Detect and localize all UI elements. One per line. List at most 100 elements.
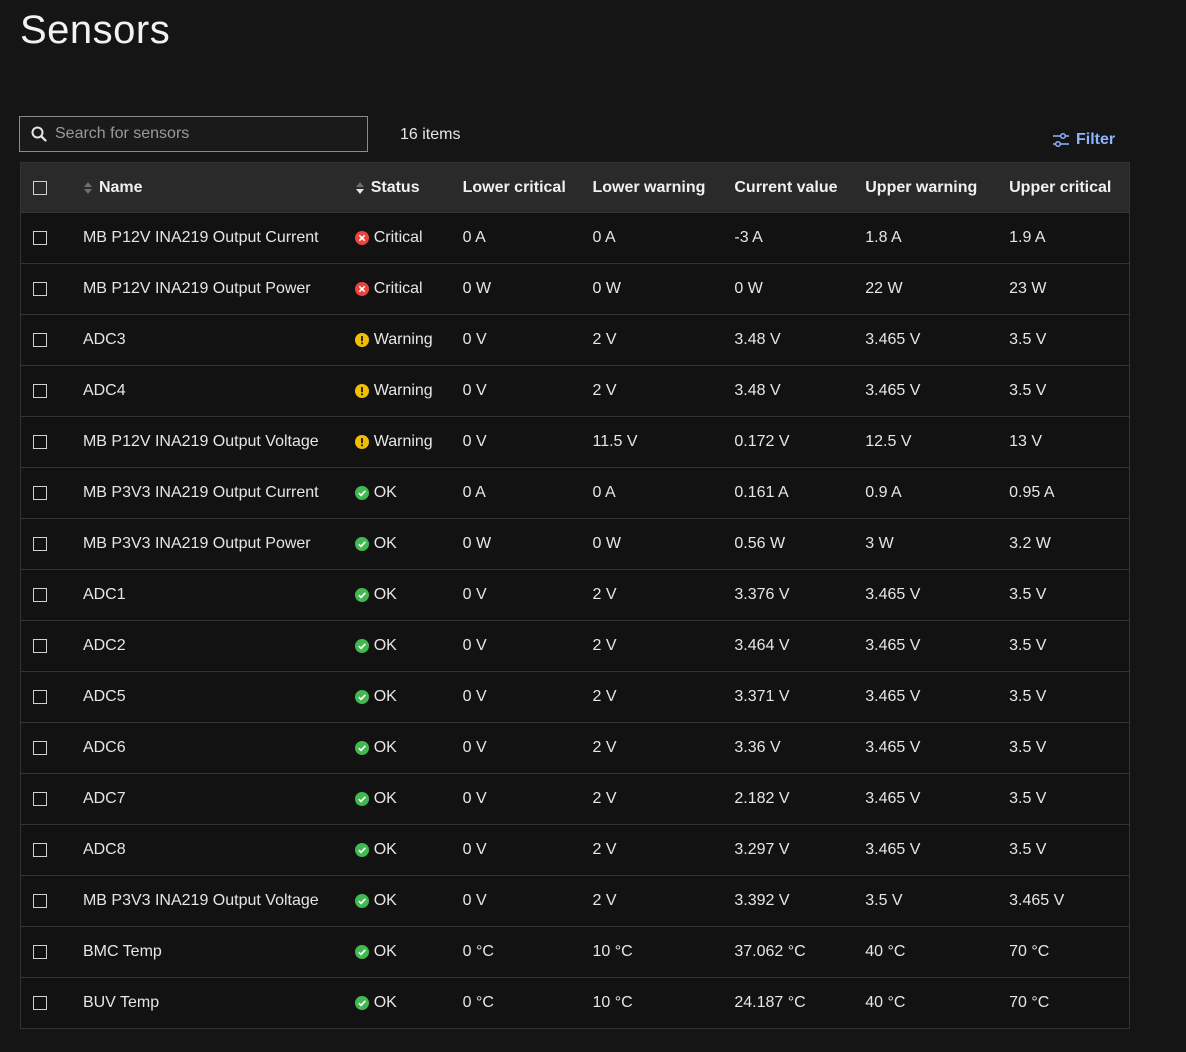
current-value: 3.36 V: [734, 739, 781, 756]
upper-critical-value: 13 V: [1009, 433, 1043, 450]
lower-warning-value: 2 V: [592, 841, 617, 858]
sensor-name: ADC8: [82, 841, 126, 858]
filter-button[interactable]: Filter: [1052, 131, 1115, 149]
ok-icon: [354, 792, 369, 806]
upper-critical-value: 1.9 A: [1009, 229, 1046, 246]
lower-critical-value: 0 V: [462, 637, 487, 654]
ok-icon: [354, 945, 369, 959]
upper-warning-value: 3.465 V: [865, 637, 921, 654]
table-row: MB P3V3 INA219 Output Current OK 0 A 0 A 0.1…: [21, 467, 1129, 518]
row-checkbox[interactable]: [33, 996, 47, 1010]
table-row: ADC3 Warning 0 V 2 V 3.48 V 3.465 V 3.5 V: [21, 314, 1129, 365]
search-icon: [31, 126, 47, 142]
status-label: OK: [373, 943, 397, 960]
row-checkbox[interactable]: [33, 588, 47, 602]
table-row: ADC1 OK 0 V 2 V 3.376 V 3.465 V 3.5 V: [21, 569, 1129, 620]
upper-critical-value: 3.5 V: [1009, 586, 1047, 603]
select-all-checkbox[interactable]: [33, 180, 47, 195]
status-label: OK: [373, 637, 397, 654]
lower-warning-value: 2 V: [592, 382, 617, 399]
table-header: Name Status Lower critical Lower warning…: [21, 163, 1129, 212]
row-checkbox[interactable]: [33, 282, 47, 296]
sensor-status: OK: [354, 841, 463, 859]
sensor-name: MB P12V INA219 Output Current: [82, 229, 319, 246]
row-checkbox[interactable]: [33, 537, 47, 551]
ok-icon: [354, 588, 369, 602]
upper-warning-value: 1.8 A: [865, 229, 902, 246]
sensor-name: MB P3V3 INA219 Output Voltage: [82, 892, 319, 909]
ok-icon: [354, 843, 369, 857]
sensor-name: MB P3V3 INA219 Output Power: [82, 535, 311, 552]
sensor-status: Warning: [354, 382, 463, 400]
row-checkbox[interactable]: [33, 333, 47, 347]
row-checkbox[interactable]: [33, 486, 47, 500]
column-header-status[interactable]: Status: [355, 179, 463, 197]
upper-warning-value: 12.5 V: [865, 433, 912, 450]
lower-critical-value: 0 A: [462, 229, 486, 246]
row-checkbox[interactable]: [33, 384, 47, 398]
column-header-name[interactable]: Name: [83, 179, 355, 197]
ok-icon: [354, 894, 369, 908]
upper-critical-value: 3.465 V: [1009, 892, 1065, 909]
lower-warning-value: 2 V: [592, 790, 617, 807]
current-value: 3.297 V: [734, 841, 790, 858]
search-input[interactable]: [53, 124, 347, 144]
sensor-name: ADC2: [82, 637, 126, 654]
column-header-lower-warning: Lower warning: [592, 178, 706, 196]
row-checkbox[interactable]: [33, 690, 47, 704]
table-row: MB P12V INA219 Output Current Critical 0 A…: [21, 212, 1129, 263]
search-box[interactable]: [19, 116, 368, 152]
filter-icon: [1053, 132, 1069, 148]
current-value: 3.464 V: [734, 637, 790, 654]
row-checkbox[interactable]: [33, 435, 47, 449]
current-value: 3.48 V: [734, 331, 781, 348]
status-label: OK: [373, 790, 397, 807]
sensor-status: OK: [354, 535, 463, 553]
current-value: 2.182 V: [734, 790, 790, 807]
row-checkbox[interactable]: [33, 945, 47, 959]
sensor-name: ADC5: [82, 688, 126, 705]
upper-critical-value: 23 W: [1009, 280, 1047, 297]
status-label: Warning: [373, 433, 433, 450]
upper-warning-value: 0.9 A: [865, 484, 902, 501]
upper-critical-value: 3.5 V: [1009, 637, 1047, 654]
sensor-name: MB P12V INA219 Output Voltage: [82, 433, 319, 450]
table-row: ADC8 OK 0 V 2 V 3.297 V 3.465 V 3.5 V: [21, 824, 1129, 875]
row-checkbox[interactable]: [33, 639, 47, 653]
row-checkbox[interactable]: [33, 792, 47, 806]
status-label: OK: [373, 484, 397, 501]
lower-warning-value: 2 V: [592, 586, 617, 603]
upper-warning-value: 3 W: [865, 535, 894, 552]
row-checkbox[interactable]: [33, 843, 47, 857]
current-value: 3.48 V: [734, 382, 781, 399]
ok-icon: [354, 639, 369, 653]
sensor-name: ADC6: [82, 739, 126, 756]
ok-icon: [354, 996, 369, 1010]
row-checkbox[interactable]: [33, 894, 47, 908]
sensor-name: MB P3V3 INA219 Output Current: [82, 484, 319, 501]
lower-critical-value: 0 V: [462, 739, 487, 756]
ok-icon: [354, 486, 369, 500]
warning-icon: [354, 435, 369, 449]
status-label: OK: [373, 841, 397, 858]
upper-critical-value: 3.5 V: [1009, 739, 1047, 756]
table-row: ADC5 OK 0 V 2 V 3.371 V 3.465 V 3.5 V: [21, 671, 1129, 722]
upper-critical-value: 70 °C: [1009, 994, 1050, 1011]
column-header-lower-critical: Lower critical: [462, 178, 566, 196]
lower-critical-value: 0 A: [462, 484, 486, 501]
current-value: 24.187 °C: [734, 994, 806, 1011]
lower-critical-value: 0 V: [462, 790, 487, 807]
current-value: 37.062 °C: [734, 943, 806, 960]
row-checkbox[interactable]: [33, 231, 47, 245]
table-row: MB P3V3 INA219 Output Power OK 0 W 0 W 0.56 …: [21, 518, 1129, 569]
sensor-name: BMC Temp: [82, 943, 162, 960]
upper-warning-value: 3.5 V: [865, 892, 903, 909]
row-checkbox[interactable]: [33, 741, 47, 755]
filter-label: Filter: [1076, 131, 1116, 148]
lower-warning-value: 0 W: [592, 280, 621, 297]
table-row: BMC Temp OK 0 °C 10 °C 37.062 °C 40 °C 70 °C: [21, 926, 1129, 977]
upper-warning-value: 3.465 V: [865, 331, 921, 348]
upper-critical-value: 3.5 V: [1009, 382, 1047, 399]
sensor-name: ADC4: [82, 382, 126, 399]
lower-critical-value: 0 °C: [462, 943, 494, 960]
